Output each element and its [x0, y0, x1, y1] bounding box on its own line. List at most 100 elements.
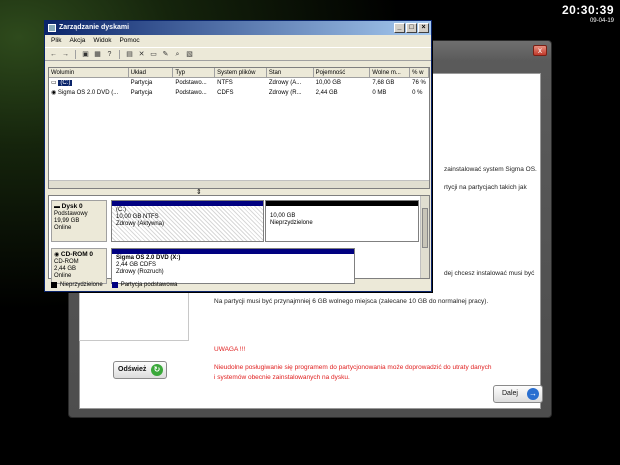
delete-icon[interactable]: ✕: [137, 50, 146, 59]
partition-state: Nieprzydzielone: [270, 220, 313, 226]
volume-list: Wolumin Układ Typ System plików Stan Poj…: [48, 67, 430, 189]
next-label: Dalej: [502, 390, 518, 397]
installer-close-button[interactable]: x: [533, 45, 547, 56]
vertical-scrollbar[interactable]: [420, 196, 429, 278]
cell-pojemnosc: 2,44 GB: [315, 90, 338, 96]
drive-icon[interactable]: ▤: [125, 50, 134, 59]
horizontal-scrollbar[interactable]: [49, 180, 429, 188]
legend-swatch-primary: [111, 281, 118, 288]
menu-pomoc[interactable]: Pomoc: [119, 35, 139, 47]
next-button[interactable]: Dalej →: [493, 385, 543, 403]
properties-icon[interactable]: ▦: [93, 50, 102, 59]
volume-list-header: Wolumin Układ Typ System plików Stan Poj…: [49, 68, 429, 78]
partition-unallocated[interactable]: 10,00 GB Nieprzydzielone: [265, 200, 419, 242]
close-icon: x: [538, 46, 542, 55]
cell-procent: 76 %: [412, 80, 426, 86]
back-icon[interactable]: ←: [49, 50, 58, 59]
cell-typ: Podstawo...: [175, 80, 207, 86]
installer-text-line-1: zainstalować system Sigma OS.: [444, 166, 537, 173]
col-stan[interactable]: Stan: [267, 68, 314, 77]
close-icon: ×: [421, 24, 426, 31]
toolbar-separator: [119, 50, 120, 59]
legend: Nieprzydzielone Partycja podstawowa: [48, 279, 430, 290]
legend-swatch-unallocated: [51, 281, 57, 288]
partition-detail: 10,00 GB: [270, 213, 296, 219]
cell-wolumin: ◉ Sigma OS 2.0 DVD (...: [49, 88, 129, 98]
folder-icon[interactable]: ▭: [149, 50, 158, 59]
maximize-icon: □: [409, 24, 414, 31]
menu-akcja[interactable]: Akcja: [69, 35, 85, 47]
new-icon[interactable]: ✎: [161, 50, 170, 59]
clock: 20:30:39 09-04-19: [562, 3, 614, 24]
disk-size: 19,99 GB: [54, 218, 80, 224]
partition-label: Sigma OS 2.0 DVD (X:): [116, 255, 181, 261]
cell-stan: Zdrowy (R...: [268, 90, 302, 96]
col-wolne[interactable]: Wolne m...: [370, 68, 411, 77]
refresh-icon[interactable]: ▧: [185, 50, 194, 59]
partition-c[interactable]: (C:) 10,00 GB NTFS Zdrowy (Aktywna): [111, 200, 264, 242]
partition-bar: [266, 201, 418, 206]
disk-status: Online: [54, 225, 72, 231]
disk-size: 2,44 GB: [54, 266, 77, 272]
hdd-icon: ▬: [54, 204, 62, 210]
partition-detail: 10,00 GB NTFS: [116, 214, 159, 220]
minimize-button[interactable]: _: [394, 23, 405, 33]
refresh-label: Odśwież: [118, 366, 147, 373]
cell-wolumin: ▭ (C:): [49, 78, 129, 88]
col-system-plikow[interactable]: System plików: [215, 68, 267, 77]
forward-icon[interactable]: →: [61, 50, 70, 59]
installer-text-line-3: dej chcesz instalować musi być: [444, 270, 535, 277]
disk-0-label[interactable]: ▬ Dysk 0 Podstawowy 19,99 GB Online: [51, 200, 107, 242]
menu-plik[interactable]: Plik: [51, 35, 61, 47]
refresh-icon: ↻: [151, 364, 163, 376]
legend-unallocated: Nieprzydzielone: [60, 281, 103, 288]
partition-state: Zdrowy (Aktywna): [116, 221, 165, 227]
cell-stan: Zdrowy (A...: [268, 80, 302, 86]
partition-label: (C:): [116, 207, 126, 213]
window-titlebar[interactable]: Zarządzanie dyskami _ □ ×: [45, 21, 431, 35]
installer-left-panel: [79, 291, 189, 341]
cell-fs: NTFS: [217, 80, 233, 86]
scrollbar-thumb[interactable]: [422, 208, 428, 248]
table-row[interactable]: ▭ (C:) Partycja Podstawo... NTFS Zdrowy …: [49, 78, 429, 88]
volume-name: (C:): [58, 80, 73, 86]
partition-state: Zdrowy (Rozruch): [116, 269, 164, 275]
warning-line-1: Nieudolne posługiwanie się programem do …: [214, 364, 492, 371]
cell-fs: CDFS: [217, 90, 234, 96]
installer-text-line-4: Na partycji musi być przynajmniej 6 GB w…: [214, 298, 489, 305]
volume-name: Sigma OS 2.0 DVD (...: [57, 90, 119, 96]
col-procent[interactable]: % w: [410, 68, 429, 77]
cd-icon: ◉: [54, 252, 61, 258]
disk-type: Podstawowy: [54, 211, 88, 217]
partition-bar: [112, 249, 354, 254]
installer-text-line-2: rtycji na partycjach takich jak: [444, 184, 527, 191]
col-uklad[interactable]: Układ: [129, 68, 174, 77]
partition-bar: [112, 201, 263, 206]
col-pojemnosc[interactable]: Pojemność: [314, 68, 371, 77]
maximize-button[interactable]: □: [406, 23, 417, 33]
window-title: Zarządzanie dyskami: [59, 24, 130, 31]
up-icon[interactable]: ▣: [81, 50, 90, 59]
minimize-icon: _: [397, 24, 402, 31]
legend-primary: Partycja podstawowa: [120, 281, 178, 288]
disk-type: CD-ROM: [54, 259, 79, 265]
arrow-right-icon: →: [527, 388, 539, 400]
partition-detail: 2,44 GB CDFS: [116, 262, 157, 268]
refresh-button[interactable]: Odśwież ↻: [113, 361, 167, 379]
toolbar-separator: [75, 50, 76, 59]
clock-date: 09-04-19: [589, 18, 614, 24]
warning-line-2: i systemów obecnie zainstalowanych na dy…: [214, 374, 350, 381]
disk-management-app-icon: [48, 24, 56, 32]
cell-pojemnosc: 10,00 GB: [315, 80, 341, 86]
col-typ[interactable]: Typ: [173, 68, 216, 77]
menu-widok[interactable]: Widok: [93, 35, 111, 47]
disk-name: CD-ROM 0: [60, 251, 94, 258]
col-wolumin[interactable]: Wolumin: [49, 68, 129, 77]
close-button[interactable]: ×: [418, 23, 429, 33]
table-row[interactable]: ◉ Sigma OS 2.0 DVD (... Partycja Podstaw…: [49, 88, 429, 98]
search-icon[interactable]: ⌕: [173, 50, 182, 59]
cell-uklad: Partycja: [130, 90, 153, 96]
help-icon[interactable]: ?: [105, 50, 114, 59]
cell-typ: Podstawo...: [175, 90, 207, 96]
disk-map: ▬ Dysk 0 Podstawowy 19,99 GB Online (C:)…: [48, 195, 430, 284]
